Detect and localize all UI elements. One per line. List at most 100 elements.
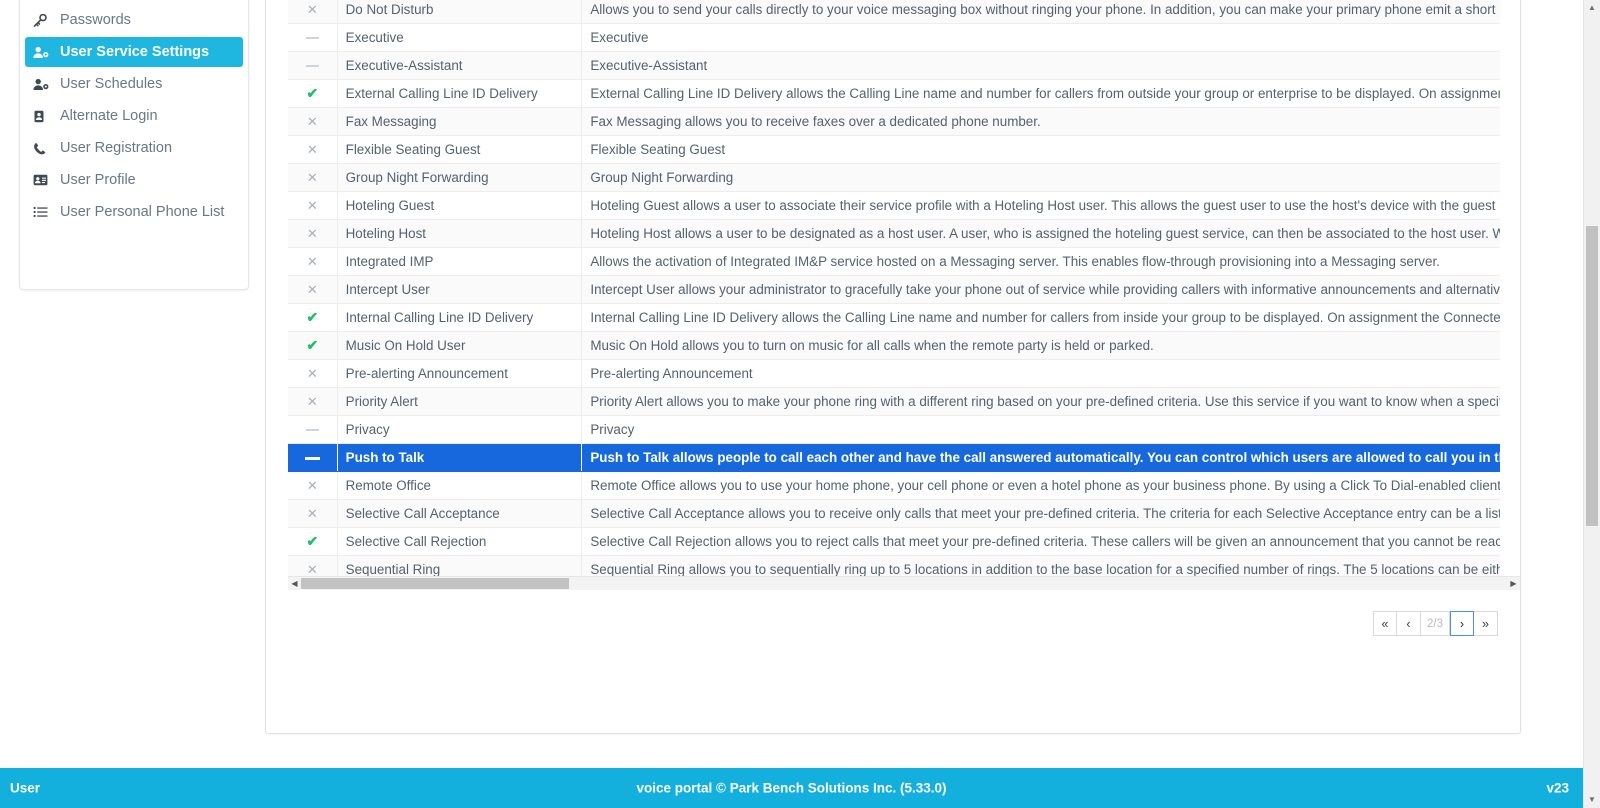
pagination-prev-button[interactable]: ‹	[1397, 611, 1421, 636]
status-cross-icon: ✕	[288, 163, 338, 192]
table-row[interactable]: ✕ Integrated IMP Allows the activation of …	[288, 247, 1500, 276]
status-cross-icon: ✕	[288, 219, 338, 248]
table-row[interactable]: ✕ Group Night Forwarding Group Night Forwa…	[288, 163, 1500, 192]
table-row[interactable]: ✕ Priority Alert Priority Alert allows you…	[288, 387, 1500, 416]
service-name-cell: Pre-alerting Announcement	[337, 359, 583, 388]
table-row[interactable]: ✕ Intercept User Intercept User allows you…	[288, 275, 1500, 304]
service-table-scroll-area[interactable]: ✕Connected Line Identification Restricti…	[288, 0, 1500, 579]
sidebar-item-passwords[interactable]: Passwords	[25, 5, 243, 35]
table-row[interactable]: ✕ Selective Call Acceptance Selective Call…	[288, 499, 1500, 528]
page-root: User Announcements Meet-Me Conferencing …	[0, 0, 1600, 808]
list-icon	[33, 206, 55, 218]
sidebar-item-user-personal-phone-list[interactable]: User Personal Phone List	[25, 197, 243, 227]
service-description-cell: Pre-alerting Announcement	[581, 359, 1500, 388]
table-row[interactable]: ✔ Internal Calling Line ID Delivery Intern…	[288, 303, 1500, 332]
footer-copyright: voice portal © Park Bench Solutions Inc.…	[0, 781, 1583, 796]
sidebar-item-alternate-login[interactable]: Alternate Login	[25, 101, 243, 131]
status-cross-icon: ✕	[288, 191, 338, 220]
sidebar-item-user-service-settings[interactable]: User Service Settings	[25, 37, 243, 67]
browser-scroll-thumb[interactable]	[1586, 226, 1598, 526]
service-description-cell: Selective Call Acceptance allows you to …	[581, 499, 1500, 528]
pagination-next-button[interactable]: ›	[1450, 611, 1474, 636]
service-name-cell: Hoteling Host	[337, 219, 583, 248]
status-cross-icon: ✕	[288, 247, 338, 276]
scroll-left-arrow-icon[interactable]: ◀	[288, 579, 301, 588]
status-check-icon: ✔	[288, 527, 338, 556]
pagination-page-indicator: 2/3	[1421, 611, 1450, 636]
service-description-cell: Flexible Seating Guest	[581, 135, 1500, 164]
service-name-cell: Intercept User	[337, 275, 583, 304]
status-cross-icon: ✕	[288, 359, 338, 388]
sidebar-item-user-registration[interactable]: User Registration	[25, 133, 243, 163]
sidebar-item-user-profile[interactable]: User Profile	[25, 165, 243, 195]
table-row[interactable]: ✔ External Calling Line ID Delivery Extern…	[288, 79, 1500, 108]
table-row[interactable]: ✕ Flexible Seating Guest Flexible Seating …	[288, 135, 1500, 164]
table-row[interactable]: ✕ Fax Messaging Fax Messaging allows you t…	[288, 107, 1500, 136]
service-description-cell: Push to Talk allows people to call each …	[581, 443, 1500, 472]
table-row[interactable]: Executive Executive	[288, 23, 1500, 52]
sidebar-item-label: User Registration	[60, 139, 173, 156]
sidebar-item-label: User Personal Phone List	[60, 203, 225, 220]
id-card-icon	[33, 110, 55, 123]
status-cross-icon: ✕	[288, 107, 338, 136]
service-name-cell: Music On Hold User	[337, 331, 583, 360]
service-description-cell: External Calling Line ID Delivery allows…	[581, 79, 1500, 108]
pagination-last-button[interactable]: »	[1474, 611, 1498, 636]
service-name-cell: Executive	[337, 23, 583, 52]
table-row[interactable]: Privacy Privacy	[288, 415, 1500, 444]
footer-product-name: voice portal	[636, 780, 716, 796]
service-description-cell: Allows the activation of Integrated IM&P…	[581, 247, 1500, 276]
service-description-cell: Intercept User allows your administrator…	[581, 275, 1500, 304]
scroll-right-arrow-icon[interactable]: ▶	[1507, 579, 1520, 588]
status-cross-icon: ✕	[288, 499, 338, 528]
service-description-cell: Selective Call Rejection allows you to r…	[581, 527, 1500, 556]
footer-version: v23	[1546, 780, 1569, 796]
sidebar-item-label: User Profile	[60, 171, 136, 188]
status-cross-icon: ✕	[288, 387, 338, 416]
sidebar-item-label: Alternate Login	[60, 107, 158, 124]
status-dash-icon	[288, 23, 338, 52]
profile-card-icon	[33, 174, 55, 186]
status-check-icon: ✔	[288, 303, 338, 332]
service-description-cell: Hoteling Guest allows a user to associat…	[581, 191, 1500, 220]
footer-bar: User voice portal © Park Bench Solutions…	[0, 768, 1583, 808]
status-check-icon: ✔	[288, 79, 338, 108]
footer-brand: © Park Bench Solutions Inc. (5.33.0)	[716, 780, 947, 796]
browser-vertical-scrollbar[interactable]: ▲ ▼	[1583, 0, 1600, 808]
service-description-cell: Allows you to send your calls directly t…	[581, 0, 1500, 24]
service-name-cell: External Calling Line ID Delivery	[337, 79, 583, 108]
service-name-cell: Internal Calling Line ID Delivery	[337, 303, 583, 332]
scroll-down-arrow-icon[interactable]: ▼	[1584, 792, 1600, 808]
service-description-cell: Hoteling Host allows a user to be design…	[581, 219, 1500, 248]
horizontal-scroll-track[interactable]	[301, 577, 1507, 591]
scroll-up-arrow-icon[interactable]: ▲	[1584, 0, 1600, 16]
sidebar-item-meet-me-conferencing[interactable]: Meet-Me Conferencing	[25, 0, 243, 3]
service-description-cell: Fax Messaging allows you to receive faxe…	[581, 107, 1500, 136]
table-row[interactable]: ✕ Do Not Disturb Allows you to send your c…	[288, 0, 1500, 24]
table-row[interactable]: ✕ Hoteling Guest Hoteling Guest allows a u…	[288, 191, 1500, 220]
service-name-cell: Selective Call Rejection	[337, 527, 583, 556]
horizontal-scroll-thumb[interactable]	[301, 577, 569, 589]
sidebar-item-label: User Schedules	[60, 75, 163, 92]
table-row[interactable]: Push to Talk Push to Talk allows people t…	[288, 443, 1500, 472]
user-clock-icon	[33, 78, 55, 91]
status-dash-icon	[288, 51, 338, 80]
table-row[interactable]: Executive-Assistant Executive-Assistant	[288, 51, 1500, 80]
sidebar-item-user-schedules[interactable]: User Schedules	[25, 69, 243, 99]
pagination-first-button[interactable]: «	[1373, 611, 1397, 636]
status-cross-icon: ✕	[288, 0, 338, 24]
service-name-cell: Privacy	[337, 415, 583, 444]
service-name-cell: Remote Office	[337, 471, 583, 500]
horizontal-scrollbar[interactable]: ◀ ▶	[288, 576, 1520, 590]
service-settings-panel: ✕Connected Line Identification Restricti…	[265, 0, 1521, 734]
table-row[interactable]: ✕ Hoteling Host Hoteling Host allows a use…	[288, 219, 1500, 248]
service-description-cell: Executive	[581, 23, 1500, 52]
service-name-cell: Flexible Seating Guest	[337, 135, 583, 164]
service-name-cell: Do Not Disturb	[337, 0, 583, 24]
key-icon	[33, 13, 55, 27]
table-row[interactable]: ✔ Music On Hold User Music On Hold allows …	[288, 331, 1500, 360]
sidebar-item-label: User Service Settings	[60, 43, 210, 60]
table-row[interactable]: ✕ Pre-alerting Announcement Pre-alerting A…	[288, 359, 1500, 388]
table-row[interactable]: ✔ Selective Call Rejection Selective Call …	[288, 527, 1500, 556]
table-row[interactable]: ✕ Remote Office Remote Office allows you t…	[288, 471, 1500, 500]
